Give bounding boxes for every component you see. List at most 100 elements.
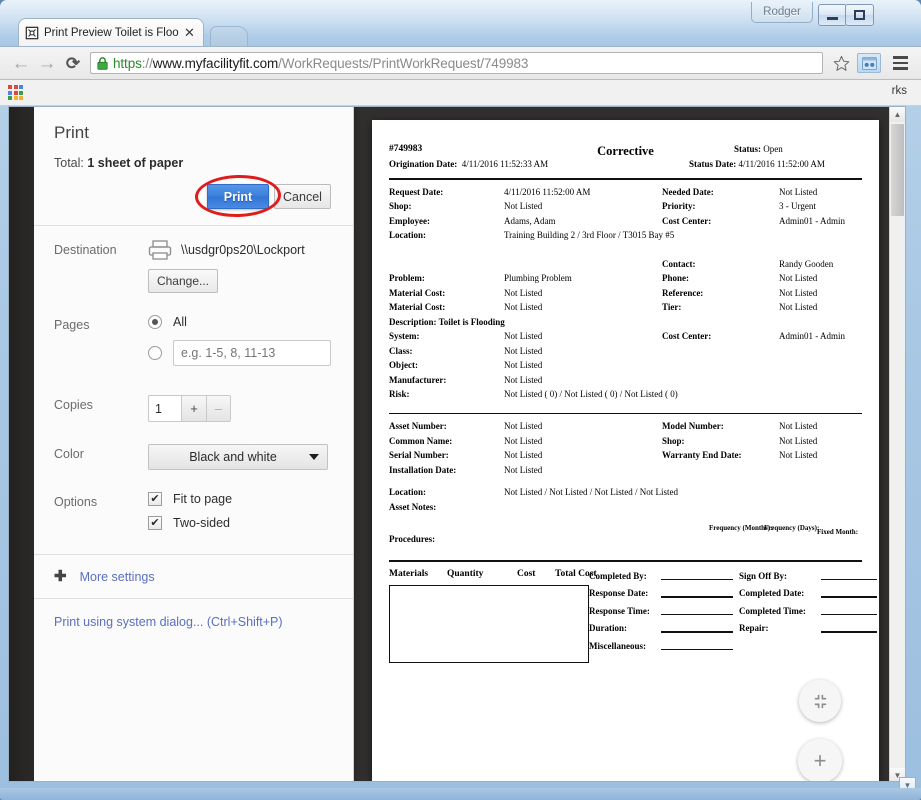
- color-label: Color: [54, 447, 84, 461]
- new-tab-button[interactable]: [210, 26, 248, 46]
- copies-increment-button[interactable]: +: [181, 395, 206, 422]
- scroll-up-arrow[interactable]: ▲: [890, 107, 905, 122]
- copies-input[interactable]: [148, 395, 181, 422]
- print-panel-title: Print: [54, 123, 89, 142]
- procedures-block: Procedures: Frequency (Months): Frequenc…: [389, 516, 862, 556]
- completion-write-line: [661, 631, 733, 633]
- forward-arrow-icon: →: [37, 52, 57, 74]
- plus-icon: ✚: [54, 568, 67, 585]
- completion-field-label: Sign Off By:: [739, 570, 788, 581]
- field-value: Admin01 - Admin: [779, 331, 846, 341]
- two-sided-label: Two-sided: [173, 516, 230, 530]
- two-sided-checkbox[interactable]: ✔: [148, 516, 162, 530]
- fixed-month-label: Fixed Month:: [817, 528, 859, 536]
- field-value: Not Listed: [504, 345, 543, 356]
- system-dialog-link[interactable]: Print using system dialog... (Ctrl+Shift…: [34, 599, 353, 645]
- favicon-icon: [25, 26, 39, 39]
- cancel-button[interactable]: Cancel: [274, 184, 331, 209]
- completion-field-label: Response Date:: [589, 588, 649, 598]
- cost-col-header: Cost: [517, 568, 536, 579]
- description-row: Description: Toilet is Flooding: [389, 317, 862, 332]
- asset-section: Asset Number: Not Listed Model Number: Not …: [389, 421, 862, 479]
- copies-decrement-button[interactable]: –: [206, 395, 231, 422]
- url-separator: ://: [141, 55, 153, 71]
- address-bar[interactable]: https://www.myfacilityfit.com/WorkReques…: [90, 52, 823, 74]
- field-key: Shop:: [662, 435, 685, 446]
- more-settings-toggle[interactable]: ✚ More settings: [34, 555, 353, 598]
- menu-icon-line: [892, 56, 908, 59]
- status-value: Open: [763, 144, 783, 154]
- completion-row: Response Time: Completed Time:: [589, 606, 877, 624]
- panel-backdrop-shadow: [9, 107, 34, 781]
- extension-icon: [861, 56, 877, 70]
- field-key: Tier:: [662, 302, 682, 312]
- document-field-row: Request Date: 4/11/2016 11:52:00 AM Needed…: [389, 187, 862, 202]
- copies-label: Copies: [54, 398, 93, 412]
- field-value: Not Listed: [779, 421, 818, 431]
- tab-close-icon[interactable]: ✕: [182, 25, 197, 40]
- more-settings-label: More settings: [79, 569, 155, 584]
- bookmark-star-button[interactable]: [829, 51, 853, 75]
- field-key: Material Cost:: [389, 302, 446, 312]
- options-label: Options: [54, 495, 98, 509]
- risk-key: Risk:: [389, 389, 410, 399]
- browser-menu-button[interactable]: [887, 51, 913, 75]
- fit-to-page-button[interactable]: [799, 680, 841, 722]
- total-prefix: Total:: [54, 156, 88, 170]
- url-host: www.myfacilityfit.com: [152, 55, 279, 71]
- print-button[interactable]: Print: [207, 184, 269, 209]
- reload-button[interactable]: ⟳: [60, 50, 86, 76]
- lock-icon: [97, 56, 108, 70]
- location-value: Training Building 2 / 3rd Floor / T3015 …: [504, 230, 675, 240]
- destination-label: Destination: [54, 243, 117, 257]
- status-date-value: 4/11/2016 11:52:00 AM: [738, 159, 825, 169]
- pages-range-radio[interactable]: [148, 346, 162, 360]
- fit-to-page-label: Fit to page: [173, 492, 233, 506]
- fit-to-page-option[interactable]: ✔ Fit to page: [148, 492, 333, 506]
- apps-grid-icon[interactable]: [8, 85, 23, 100]
- fit-to-page-icon: [814, 694, 826, 708]
- bookmarks-bar-label[interactable]: rks: [892, 85, 907, 97]
- menu-icon-line: [892, 61, 908, 65]
- field-value: Not Listed: [504, 302, 543, 312]
- color-select[interactable]: Black and white: [148, 444, 328, 470]
- problem-section: Problem: Plumbing Problem Phone: Not Listed…: [389, 273, 862, 317]
- field-key: Cost Center:: [662, 331, 712, 341]
- tab-strip: Print Preview Toilet is Floo ✕: [0, 18, 921, 46]
- copies-row: Copies + –: [34, 377, 353, 422]
- pages-range-option[interactable]: [148, 340, 333, 366]
- extension-button[interactable]: [857, 53, 881, 73]
- risk-value: Not Listed ( 0) / Not Listed ( 0) / Not …: [504, 389, 678, 399]
- field-value: Not Listed: [504, 464, 543, 475]
- document-field-row: Problem: Plumbing Problem Phone: Not Listed: [389, 273, 862, 288]
- change-destination-button[interactable]: Change...: [148, 269, 218, 293]
- field-key: Manufacturer:: [389, 374, 447, 385]
- destination-row: Destination \\usdgr0ps20\Lockport Change…: [34, 226, 353, 293]
- origination-key: Origination Date:: [389, 159, 458, 169]
- document-field-row: Serial Number: Not Listed Warranty End Dat…: [389, 450, 862, 465]
- document-field-row: Object: Not Listed: [389, 360, 862, 375]
- browser-tab[interactable]: Print Preview Toilet is Floo ✕: [18, 18, 204, 46]
- field-key: System:: [389, 331, 420, 341]
- scrollbar-thumb[interactable]: [891, 124, 904, 216]
- completion-write-line: [821, 631, 877, 633]
- materials-col-header: Materials: [389, 568, 429, 579]
- pages-range-input[interactable]: [173, 340, 331, 366]
- forward-button[interactable]: →: [34, 50, 60, 76]
- print-preview-sheet: #749983 Corrective Status: Open Originat…: [372, 120, 879, 781]
- procedures-key: Procedures:: [389, 534, 436, 544]
- field-value: Not Listed: [779, 287, 818, 298]
- zoom-in-button[interactable]: +: [798, 739, 842, 781]
- fit-to-page-checkbox[interactable]: ✔: [148, 492, 162, 506]
- field-value: Plumbing Problem: [504, 273, 572, 283]
- pages-all-option[interactable]: All: [148, 315, 333, 329]
- two-sided-option[interactable]: ✔ Two-sided: [148, 516, 333, 530]
- completion-field-label: Miscellaneous:: [589, 640, 646, 651]
- star-icon: [833, 55, 849, 71]
- url-scheme: https: [113, 55, 142, 71]
- back-button[interactable]: ←: [8, 50, 34, 76]
- asset-notes-row: Asset Notes:: [389, 502, 862, 517]
- request-type: Corrective: [597, 144, 654, 158]
- page-scrollbar[interactable]: ▲ ▼: [889, 107, 905, 781]
- pages-all-radio[interactable]: [148, 315, 162, 329]
